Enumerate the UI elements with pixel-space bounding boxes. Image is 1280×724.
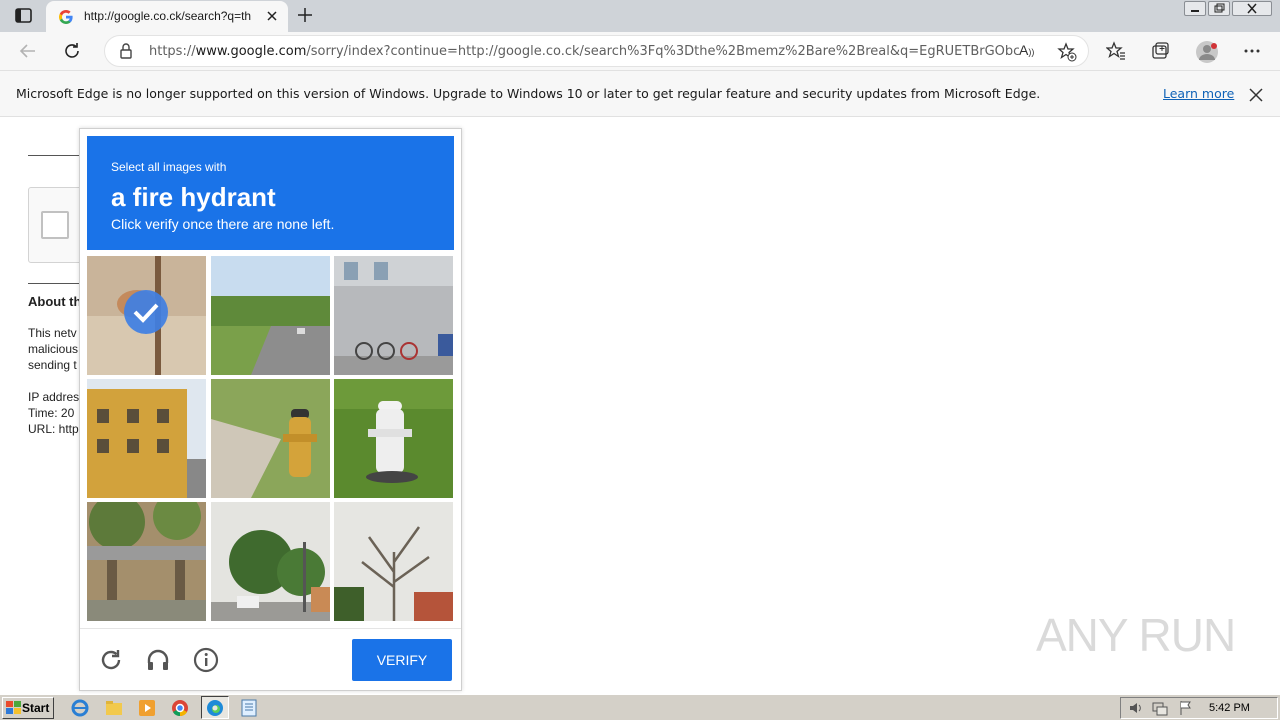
back-arrow-icon[interactable] xyxy=(18,41,38,61)
verify-button[interactable]: VERIFY xyxy=(352,639,452,681)
captcha-footer: VERIFY xyxy=(80,628,461,690)
tab-close-icon[interactable] xyxy=(264,8,280,24)
window-close-button[interactable] xyxy=(1232,1,1272,16)
captcha-header: Select all images with a fire hydrant Cl… xyxy=(87,136,454,250)
captcha-tile-2[interactable] xyxy=(211,256,330,375)
start-button[interactable]: Start xyxy=(2,697,54,719)
url-line: URL: http xyxy=(28,422,79,436)
audio-challenge-icon[interactable] xyxy=(145,647,171,673)
ip-address-line: IP addres xyxy=(28,390,80,404)
address-bar[interactable]: https://www.google.com/sorry/index?conti… xyxy=(104,35,1089,67)
tab-actions-icon[interactable] xyxy=(14,7,34,25)
captcha-target: a fire hydrant xyxy=(111,182,276,212)
recaptcha-checkbox[interactable] xyxy=(41,211,69,239)
time-line: Time: 20 xyxy=(28,406,75,420)
collections-icon[interactable] xyxy=(1150,41,1170,61)
volume-icon[interactable] xyxy=(1127,699,1145,717)
infobar-close-icon[interactable] xyxy=(1248,87,1264,103)
media-player-icon[interactable] xyxy=(137,698,157,718)
new-tab-icon[interactable] xyxy=(296,6,314,24)
chrome-icon[interactable] xyxy=(170,698,190,718)
ie-icon[interactable] xyxy=(70,698,90,718)
tab-title: http://google.co.ck/search?q=th xyxy=(84,9,252,23)
captcha-tile-7[interactable] xyxy=(87,502,206,621)
profile-avatar[interactable] xyxy=(1195,40,1219,64)
read-aloud-icon[interactable]: A)) xyxy=(1019,42,1039,62)
add-favorite-icon[interactable] xyxy=(1057,42,1077,62)
captcha-tile-6[interactable] xyxy=(334,379,453,498)
info-icon[interactable] xyxy=(193,647,219,673)
explorer-icon[interactable] xyxy=(104,698,124,718)
start-label: Start xyxy=(22,701,50,715)
browser-tab[interactable]: http://google.co.ck/search?q=th xyxy=(46,1,288,32)
refresh-icon[interactable] xyxy=(62,41,82,61)
infobar-message: Microsoft Edge is no longer supported on… xyxy=(16,86,1041,101)
google-favicon-icon xyxy=(58,9,74,25)
paragraph-line: This netv xyxy=(28,326,77,340)
paragraph-line: malicious xyxy=(28,342,79,356)
edge-icon xyxy=(207,700,223,716)
captcha-tile-3[interactable] xyxy=(334,256,453,375)
minimize-button[interactable] xyxy=(1184,1,1206,16)
captcha-instruction: Select all images with xyxy=(111,160,227,174)
edge-taskbar-button[interactable] xyxy=(201,696,229,719)
lock-icon[interactable] xyxy=(117,42,137,62)
read-aloud-label: A xyxy=(1019,42,1029,58)
unsupported-os-infobar: Microsoft Edge is no longer supported on… xyxy=(0,71,1280,117)
about-heading: About th xyxy=(28,294,82,309)
notepad-icon[interactable] xyxy=(239,698,259,718)
more-options-icon[interactable] xyxy=(1242,41,1262,61)
url-text[interactable]: https://www.google.com/sorry/index?conti… xyxy=(149,44,1019,59)
learn-more-link[interactable]: Learn more xyxy=(1163,86,1234,101)
favorites-icon[interactable] xyxy=(1105,41,1126,61)
captcha-tile-1[interactable] xyxy=(87,256,206,375)
windows-logo-icon xyxy=(6,701,21,714)
anyrun-watermark: ANY RUN xyxy=(1036,609,1236,661)
captcha-tile-9[interactable] xyxy=(334,502,453,621)
captcha-tile-5[interactable] xyxy=(211,379,330,498)
network-icon[interactable] xyxy=(1151,699,1169,717)
action-center-flag-icon[interactable] xyxy=(1177,699,1195,717)
system-tray: 5:42 PM xyxy=(1120,697,1278,719)
taskbar-clock[interactable]: 5:42 PM xyxy=(1209,702,1250,714)
captcha-tile-4[interactable] xyxy=(87,379,206,498)
restore-button[interactable] xyxy=(1208,1,1230,16)
reload-icon[interactable] xyxy=(98,647,124,673)
tab-strip: http://google.co.ck/search?q=th xyxy=(0,0,1280,32)
captcha-image-grid xyxy=(87,256,454,622)
captcha-subinstruction: Click verify once there are none left. xyxy=(111,216,335,232)
captcha-challenge: Select all images with a fire hydrant Cl… xyxy=(79,128,462,691)
captcha-tile-8[interactable] xyxy=(211,502,330,621)
paragraph-line: sending t xyxy=(28,358,77,372)
navigation-toolbar: https://www.google.com/sorry/index?conti… xyxy=(0,32,1280,71)
taskbar: Start 5:42 PM xyxy=(0,694,1280,720)
